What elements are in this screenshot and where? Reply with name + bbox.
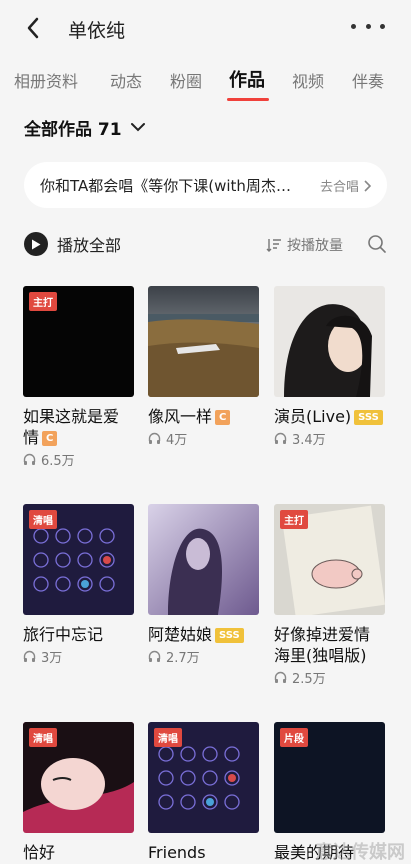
cover-badge: 主打 <box>29 292 57 311</box>
work-title: 恰好 <box>23 842 134 863</box>
work-cover[interactable]: 清唱 <box>23 722 134 833</box>
work-card[interactable]: 主打好像掉进爱情海里(独唱版) 2.5万 <box>274 504 385 687</box>
work-cover[interactable]: 清唱 <box>23 504 134 615</box>
work-title-text: 恰好 <box>23 843 56 862</box>
play-count: 2.7万 <box>148 647 259 666</box>
sort-label: 按播放量 <box>287 238 343 254</box>
play-count: 6.5万 <box>23 450 134 469</box>
work-card[interactable]: 像风一样 C 4万 <box>148 286 259 448</box>
duet-suggestion[interactable]: 你和TA都会唱《等你下课(with周杰伦)》 去合唱 <box>24 162 387 208</box>
work-cover[interactable] <box>148 286 259 397</box>
play-all-button[interactable]: 播放全部 <box>24 232 121 256</box>
duet-action[interactable]: 去合唱 <box>320 176 371 195</box>
rating-tag: C <box>215 410 231 425</box>
headphones-icon <box>274 671 287 683</box>
play-all-label: 播放全部 <box>57 236 122 255</box>
tab-fan-circle[interactable]: 粉圈 <box>170 68 202 92</box>
tab-videos[interactable]: 视频 <box>292 68 324 92</box>
rating-tag: SSS <box>215 628 244 643</box>
play-count-value: 2.5万 <box>292 672 326 687</box>
work-title: 旅行中忘记 <box>23 624 134 645</box>
play-count-value: 3万 <box>41 651 63 666</box>
tab-album-profile[interactable]: 相册资料 <box>14 68 78 92</box>
work-card[interactable]: 演员(Live) SSS 3.4万 <box>274 286 385 448</box>
more-options-icon[interactable] <box>351 14 385 38</box>
sort-button[interactable]: 按播放量 <box>266 235 343 255</box>
headphones-icon <box>148 432 161 444</box>
tab-feed[interactable]: 动态 <box>110 68 142 92</box>
works-count-label: 全部作品 71 <box>24 119 122 140</box>
play-count-value: 3.4万 <box>292 433 326 448</box>
cover-badge: 清唱 <box>29 728 57 747</box>
headphones-icon <box>148 650 161 662</box>
cover-badge: 片段 <box>280 728 308 747</box>
duet-suggestion-text: 你和TA都会唱《等你下课(with周杰伦)》 <box>40 177 302 195</box>
back-icon[interactable] <box>20 14 46 42</box>
work-title: 演员(Live) SSS <box>274 406 385 427</box>
headphones-icon <box>274 432 287 444</box>
work-card[interactable]: 主打如果这就是爱情 C 6.5万 <box>23 286 134 469</box>
work-title-text: 阿楚姑娘 <box>148 625 213 644</box>
headphones-icon <box>23 453 36 465</box>
work-cover[interactable]: 主打 <box>274 504 385 615</box>
play-count-value: 6.5万 <box>41 454 75 469</box>
work-cover[interactable] <box>274 286 385 397</box>
work-card[interactable]: 清唱 Friends <box>148 722 259 863</box>
work-title: 如果这就是爱情 C <box>23 406 134 448</box>
work-cover[interactable]: 主打 <box>23 286 134 397</box>
work-title-text: 如果这就是爱情 <box>23 407 120 447</box>
work-title: Friends <box>148 842 259 863</box>
play-count: 2.5万 <box>274 668 385 687</box>
duet-action-label: 去合唱 <box>319 180 359 195</box>
work-title: 好像掉进爱情海里(独唱版) <box>274 624 385 666</box>
cover-badge: 清唱 <box>154 728 182 747</box>
work-title-text: Friends <box>148 843 206 862</box>
rating-tag: SSS <box>354 410 383 425</box>
top-bar: 单依纯 <box>0 0 411 56</box>
work-title-text: 旅行中忘记 <box>23 625 104 644</box>
work-title-text: 好像掉进爱情海里(独唱版) <box>274 625 371 665</box>
work-title: 像风一样 C <box>148 406 259 427</box>
sort-icon <box>266 239 281 252</box>
list-toolbar: 播放全部 按播放量 <box>24 228 387 260</box>
work-title: 阿楚姑娘 SSS <box>148 624 259 645</box>
watermark: 意达传媒网 <box>315 842 405 863</box>
works-filter-dropdown[interactable]: 全部作品 71 <box>24 114 146 140</box>
work-title-text: 像风一样 <box>148 407 213 426</box>
work-cover[interactable]: 清唱 <box>148 722 259 833</box>
search-icon[interactable] <box>367 234 387 254</box>
profile-tabs: 相册资料 动态 粉圈 作品 视频 伴奏 <box>0 62 411 104</box>
play-count-value: 4万 <box>166 433 188 448</box>
rating-tag: C <box>42 431 58 446</box>
page-title: 单依纯 <box>68 20 126 42</box>
headphones-icon <box>23 650 36 662</box>
work-card[interactable]: 清唱恰好 <box>23 722 134 863</box>
work-cover[interactable] <box>148 504 259 615</box>
play-count: 3.4万 <box>274 429 385 448</box>
tab-works[interactable]: 作品 <box>229 66 265 92</box>
cover-badge: 清唱 <box>29 510 57 529</box>
play-count-value: 2.7万 <box>166 651 200 666</box>
work-cover[interactable]: 片段 <box>274 722 385 833</box>
play-count: 3万 <box>23 647 134 666</box>
work-title-text: 演员(Live) <box>274 407 352 426</box>
play-icon <box>24 232 48 256</box>
play-count: 4万 <box>148 429 259 448</box>
chevron-down-icon <box>130 123 145 132</box>
work-card[interactable]: 清唱旅行中忘记 3万 <box>23 504 134 666</box>
active-tab-indicator <box>227 98 269 101</box>
work-card[interactable]: 阿楚姑娘 SSS 2.7万 <box>148 504 259 666</box>
cover-badge: 主打 <box>280 510 308 529</box>
chevron-right-icon <box>364 179 371 192</box>
tab-accompaniment[interactable]: 伴奏 <box>352 68 384 92</box>
